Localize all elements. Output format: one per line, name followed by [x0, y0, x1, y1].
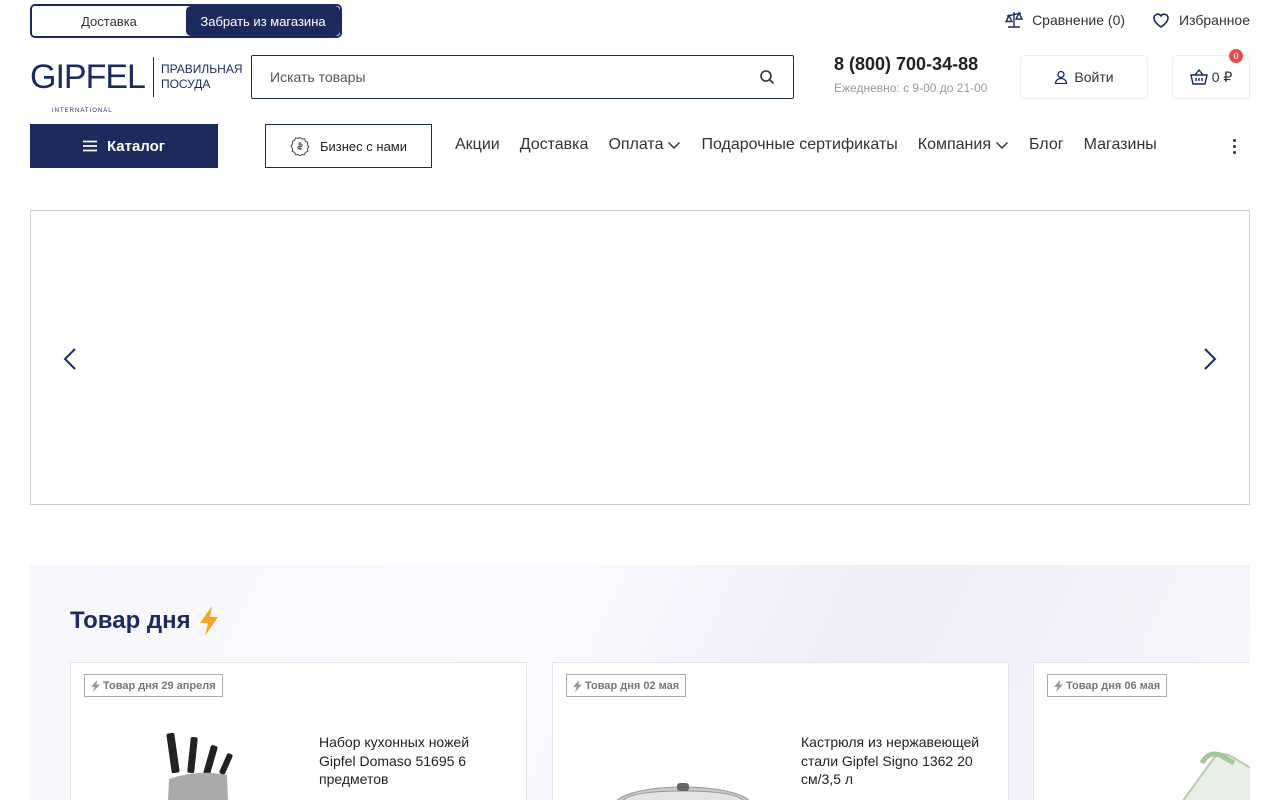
logo-mark: GIPFEL INTERNATIONAL [30, 58, 146, 114]
chevron-left-icon[interactable] [61, 347, 81, 371]
cart-total: 0 ₽ [1211, 68, 1233, 85]
logo-tagline-line-1: ПРАВИЛЬНАЯ [160, 62, 243, 76]
business-label: Бизнес с нами [320, 138, 407, 154]
phone-block: 8 (800) 700-34-88 Ежедневно: с 9-00 до 2… [834, 54, 987, 95]
login-label: Войти [1074, 69, 1114, 85]
search-icon[interactable] [759, 69, 775, 85]
product-card[interactable]: Товар дня 29 апреля Набор кухонных ножей… [70, 662, 527, 800]
nav-item-blog[interactable]: Блог [1029, 136, 1064, 154]
product-day-tag-text: Товар дня 02 мая [585, 679, 680, 692]
lightning-icon [199, 606, 218, 636]
top-bar: Доставка Забрать из магазина Сравнение (… [0, 0, 1280, 44]
nav-item-company[interactable]: Компания [918, 136, 1009, 154]
product-image-container[interactable] [1074, 723, 1250, 800]
lightning-icon [573, 679, 582, 692]
cart-count-badge: 0 [1229, 49, 1243, 63]
nav-menu: Акции Доставка Оплата Подарочные сертифи… [455, 136, 1157, 154]
top-links: Сравнение (0) Избранное [1004, 10, 1250, 30]
catalog-button[interactable]: Каталог [30, 124, 218, 168]
banner-slider [30, 210, 1250, 505]
product-image-knife-set[interactable] [111, 723, 291, 800]
nav-item-label: Доставка [519, 136, 589, 153]
delivery-mode-switch: Доставка Забрать из магазина [30, 4, 342, 38]
phone-number[interactable]: 8 (800) 700-34-88 [834, 54, 987, 75]
nav-item-label: Подарочные сертификаты [701, 136, 898, 153]
scales-icon [1004, 11, 1024, 28]
product-name[interactable]: Кастрюля из нержавеющей стали Gipfel Sig… [801, 733, 991, 789]
logo-subtext: INTERNATIONAL [52, 108, 113, 114]
working-hours: Ежедневно: с 9-00 до 21-00 [834, 81, 988, 95]
chevron-down-icon [668, 141, 681, 150]
product-of-the-day-section: Товар дня Товар дня 29 апреля Набор кухо… [30, 565, 1250, 800]
chevron-right-icon[interactable] [1199, 347, 1219, 371]
basket-icon [1189, 68, 1208, 85]
lightning-icon [91, 679, 100, 692]
favorites-label: Избранное [1179, 12, 1250, 28]
chevron-down-icon [995, 141, 1009, 150]
product-day-tag: Товар дня 29 апреля [84, 674, 223, 697]
nav-item-promotions[interactable]: Акции [455, 136, 500, 154]
search-box [251, 55, 794, 99]
header: GIPFEL INTERNATIONAL ПРАВИЛЬНАЯ ПОСУДА 8… [0, 49, 1280, 114]
logo-tagline: ПРАВИЛЬНАЯ ПОСУДА [161, 62, 243, 92]
nav-item-delivery[interactable]: Доставка [520, 136, 589, 154]
nav-item-label: Акции [455, 136, 500, 153]
search-input[interactable] [270, 69, 759, 85]
login-button[interactable]: Войти [1020, 55, 1148, 99]
lightning-icon [1054, 679, 1063, 692]
cart-button[interactable]: 0 ₽ 0 [1172, 49, 1250, 99]
compare-link[interactable]: Сравнение (0) [1004, 10, 1125, 30]
main-nav: Каталог Бизнес с нами Акции Доставка Опл… [0, 124, 1280, 168]
catalog-label: Каталог [106, 137, 166, 155]
product-day-tag: Товар дня 06 мая [1047, 674, 1168, 697]
product-card[interactable]: Товар дня 02 мая Кастрюля из нержавеющей… [552, 662, 1009, 800]
more-menu-icon[interactable] [1226, 136, 1242, 156]
compare-label: Сравнение (0) [1032, 12, 1126, 28]
menu-icon [82, 140, 97, 152]
pickup-option[interactable]: Забрать из магазина [186, 6, 340, 36]
product-card[interactable]: Товар дня 06 мая [1033, 662, 1250, 800]
heart-icon [1153, 13, 1169, 28]
product-name[interactable]: Набор кухонных ножей Gipfel Domaso 51695… [319, 733, 509, 789]
logo-tagline-line-2: ПОСУДА [160, 77, 211, 91]
nav-item-label: Оплата [608, 136, 664, 153]
product-day-tag: Товар дня 02 мая [566, 674, 687, 697]
logo-divider [152, 57, 154, 97]
product-day-tag-text: Товар дня 29 апреля [103, 679, 216, 692]
section-title-text: Товар дня [70, 607, 191, 634]
logo[interactable]: GIPFEL INTERNATIONAL ПРАВИЛЬНАЯ ПОСУДА [30, 57, 243, 114]
nav-item-label: Магазины [1083, 136, 1157, 153]
business-badge-icon [290, 136, 310, 156]
nav-item-label: Компания [917, 136, 991, 153]
user-icon [1055, 70, 1068, 84]
product-day-tag-text: Товар дня 06 мая [1066, 679, 1161, 692]
favorites-link[interactable]: Избранное [1151, 10, 1250, 30]
business-button[interactable]: Бизнес с нами [265, 124, 432, 168]
product-image-pot[interactable] [593, 723, 773, 800]
nav-item-payment[interactable]: Оплата [608, 136, 681, 154]
logo-text: GIPFEL [30, 58, 146, 96]
section-title: Товар дня [70, 605, 221, 637]
nav-item-stores[interactable]: Магазины [1084, 136, 1157, 154]
nav-item-gift-cards[interactable]: Подарочные сертификаты [701, 136, 897, 154]
nav-item-label: Блог [1028, 136, 1064, 153]
delivery-option[interactable]: Доставка [32, 6, 186, 36]
